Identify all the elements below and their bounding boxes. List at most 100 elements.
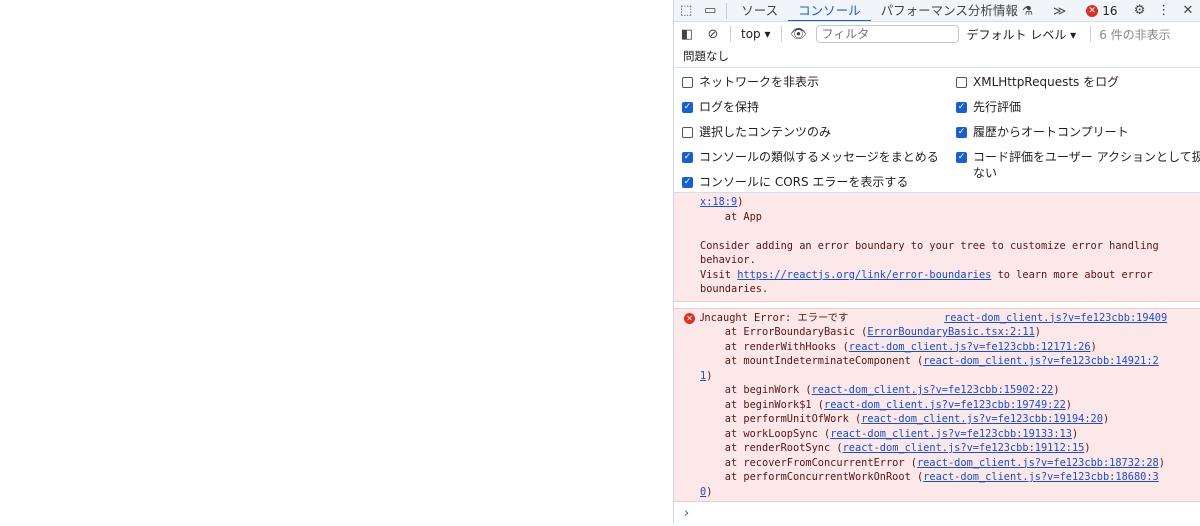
error-count: 16 — [1102, 3, 1118, 18]
eye-icon[interactable]: 👁 — [786, 27, 812, 42]
setting-label: ログを保持 — [699, 100, 760, 114]
frame-text: at performUnitOfWork ( — [700, 413, 862, 425]
frame-link[interactable]: react-dom_client.js?v=fe123cbb:18732:28 — [917, 457, 1159, 469]
console-prompt[interactable]: › — [674, 502, 1200, 526]
context-value: top — [741, 27, 761, 41]
error-icon: ✕ — [1086, 4, 1099, 17]
setting-label: コンソールに CORS エラーを表示する — [699, 175, 909, 189]
inspect-element-icon[interactable]: ⬚ — [674, 3, 698, 18]
log-level-select[interactable]: デフォルト レベル ▾ — [967, 26, 1077, 43]
context-select[interactable]: top ▾ — [735, 27, 777, 41]
gear-icon[interactable]: ⚙ — [1127, 3, 1151, 18]
checkbox[interactable]: ✓ — [956, 102, 967, 113]
frame-text: at beginWork$1 ( — [700, 398, 824, 411]
stack-frame: 1) — [700, 369, 1200, 384]
divider — [726, 2, 728, 19]
frame-text: at ErrorBoundaryBasic ( — [700, 326, 868, 338]
frame-text: ) — [1034, 326, 1041, 338]
frame-link[interactable]: react-dom_client.js?v=fe123cbb:12171:26 — [849, 341, 1091, 353]
divider — [780, 26, 782, 42]
frame-link[interactable]: react-dom_client.js?v=fe123cbb:19112:15 — [843, 442, 1085, 454]
frame-text: at workLoopSync ( — [700, 427, 831, 440]
tab-console[interactable]: コンソール — [788, 0, 871, 21]
kebab-menu-icon[interactable]: ⋮ — [1152, 3, 1176, 18]
frame-text: at renderRootSync ( — [700, 442, 843, 454]
error-icon: ✕ — [684, 312, 695, 324]
setting-checkbox[interactable]: ✓ コンソールの類似するメッセージをまとめる — [682, 149, 939, 165]
frame-text: ) — [1158, 456, 1165, 469]
frame-text: ) — [1071, 427, 1079, 440]
stack-frame: at performUnitOfWork (react-dom_client.j… — [700, 412, 1200, 427]
frame-link[interactable]: ErrorBoundaryBasic.tsx:2:11 — [867, 326, 1034, 338]
issues-status: 問題なし — [674, 46, 1200, 68]
frame-text: at beginWork ( — [700, 384, 812, 396]
frame-text: at performConcurrentWorkOnRoot ( — [700, 471, 924, 483]
setting-label: 履歴からオートコンプリート — [973, 125, 1129, 139]
devtools-tabbar: ⬚ ▭ ソース コンソール パフォーマンス分析情報 ⚗ ≫ ✕ 16 ⚙ ⋮ ✕ — [674, 0, 1200, 22]
tab-performance-insights[interactable]: パフォーマンス分析情報 ⚗ — [871, 0, 1043, 21]
hidden-count: 6 件の非表示 — [1099, 27, 1171, 42]
setting-checkbox[interactable]: ネットワークを非表示 — [682, 74, 819, 90]
stack-frame: at ErrorBoundaryBasic (ErrorBoundaryBasi… — [700, 325, 1200, 340]
stack-frame: at renderRootSync (react-dom_client.js?v… — [700, 441, 1200, 456]
frame-text: ) — [1102, 413, 1110, 425]
divider — [1090, 26, 1092, 42]
setting-checkbox[interactable]: 選択したコンテンツのみ — [682, 124, 831, 140]
frame-text: ) — [1090, 340, 1097, 353]
console-settings: ネットワークを非表示 ✓ ログを保持選択したコンテンツのみ ✓ コンソールの類似するメッ… — [674, 68, 1200, 193]
log-line: boundaries. — [700, 283, 769, 295]
more-tabs-button[interactable]: ≫ — [1043, 0, 1076, 21]
frame-link[interactable]: react-dom_client.js?v=fe123cbb:19749:22 — [824, 399, 1066, 411]
log-text: to learn more about error — [991, 268, 1153, 281]
stack-frame: at performConcurrentWorkOnRoot (react-do… — [700, 470, 1200, 485]
frame-link[interactable]: react-dom_client.js?v=fe123cbb:15902:22 — [812, 384, 1054, 396]
checkbox[interactable]: ✓ — [682, 177, 693, 188]
log-line: at App — [700, 210, 762, 223]
frame-link[interactable]: react-dom_client.js?v=fe123cbb:19133:13 — [830, 428, 1072, 440]
tab-sources[interactable]: ソース — [731, 0, 788, 21]
error-counter[interactable]: ✕ 16 — [1086, 4, 1117, 18]
checkbox[interactable] — [682, 127, 693, 138]
close-icon[interactable]: ✕ — [1176, 3, 1200, 18]
setting-checkbox[interactable]: ✓ コンソールに CORS エラーを表示する — [682, 174, 908, 190]
frame-text: ) — [706, 485, 713, 498]
divider — [730, 26, 731, 42]
setting-checkbox[interactable]: XMLHttpRequests をログ — [956, 74, 1119, 90]
docs-link[interactable]: https://reactjs.org/link/error-boundarie… — [737, 269, 991, 281]
error-title-text: Uncaught Error: エラーです — [700, 311, 849, 324]
setting-checkbox[interactable]: ✓ 先行評価 — [956, 99, 1021, 115]
log-level-value: デフォルト レベル — [966, 27, 1067, 42]
setting-checkbox[interactable]: ✓ 履歴からオートコンプリート — [956, 124, 1129, 140]
log-line: Visit https://reactjs.org/link/error-bou… — [700, 268, 1200, 283]
setting-label: コンソールの類似するメッセージをまとめる — [699, 150, 939, 164]
setting-checkbox[interactable]: ✓ コード評価をユーザー アクションとして扱わ ない — [956, 149, 1200, 181]
setting-label: 先行評価 — [973, 100, 1022, 114]
setting-label: ネットワークを非表示 — [699, 75, 820, 89]
setting-checkbox[interactable]: ✓ ログを保持 — [682, 99, 759, 115]
frame-text: ) — [1084, 442, 1091, 454]
log-text: Visit — [700, 268, 738, 281]
checkbox[interactable] — [682, 77, 693, 88]
checkbox[interactable]: ✓ — [956, 152, 967, 163]
frame-link[interactable]: react-dom_client.js?v=fe123cbb:19194:20 — [861, 413, 1103, 425]
devtools-panel: ⬚ ▭ ソース コンソール パフォーマンス分析情報 ⚗ ≫ ✕ 16 ⚙ ⋮ ✕ … — [673, 0, 1200, 524]
checkbox[interactable]: ✓ — [682, 152, 693, 163]
source-link[interactable]: x:18:9 — [700, 196, 737, 208]
setting-label: 選択したコンテンツのみ — [699, 125, 832, 139]
checkbox[interactable] — [956, 77, 967, 88]
source-link[interactable]: react-dom_client.js?v=fe123cbb:19409 — [944, 311, 1167, 326]
filter-input[interactable] — [815, 25, 959, 43]
log-line: x:18:9) — [700, 196, 744, 208]
stack-frame: at renderWithHooks (react-dom_client.js?… — [700, 340, 1200, 355]
frame-link[interactable]: react-dom_client.js?v=fe123cbb:18680:3 — [923, 471, 1159, 483]
sidebar-toggle-icon[interactable]: ◧ — [674, 27, 700, 42]
checkbox[interactable]: ✓ — [956, 127, 967, 138]
clear-console-icon[interactable]: ⊘ — [700, 27, 726, 42]
frame-text: at renderWithHooks ( — [700, 340, 849, 353]
setting-label: コード評価をユーザー アクションとして扱わ ない — [973, 150, 1200, 180]
console-error-message: ✕ ▸Uncaught Error: エラーです react-dom_clien… — [674, 307, 1200, 502]
frame-text: ) — [1065, 398, 1072, 411]
device-toolbar-icon[interactable]: ▭ — [698, 3, 722, 18]
checkbox[interactable]: ✓ — [682, 102, 693, 113]
frame-link[interactable]: react-dom_client.js?v=fe123cbb:14921:2 — [923, 355, 1159, 367]
